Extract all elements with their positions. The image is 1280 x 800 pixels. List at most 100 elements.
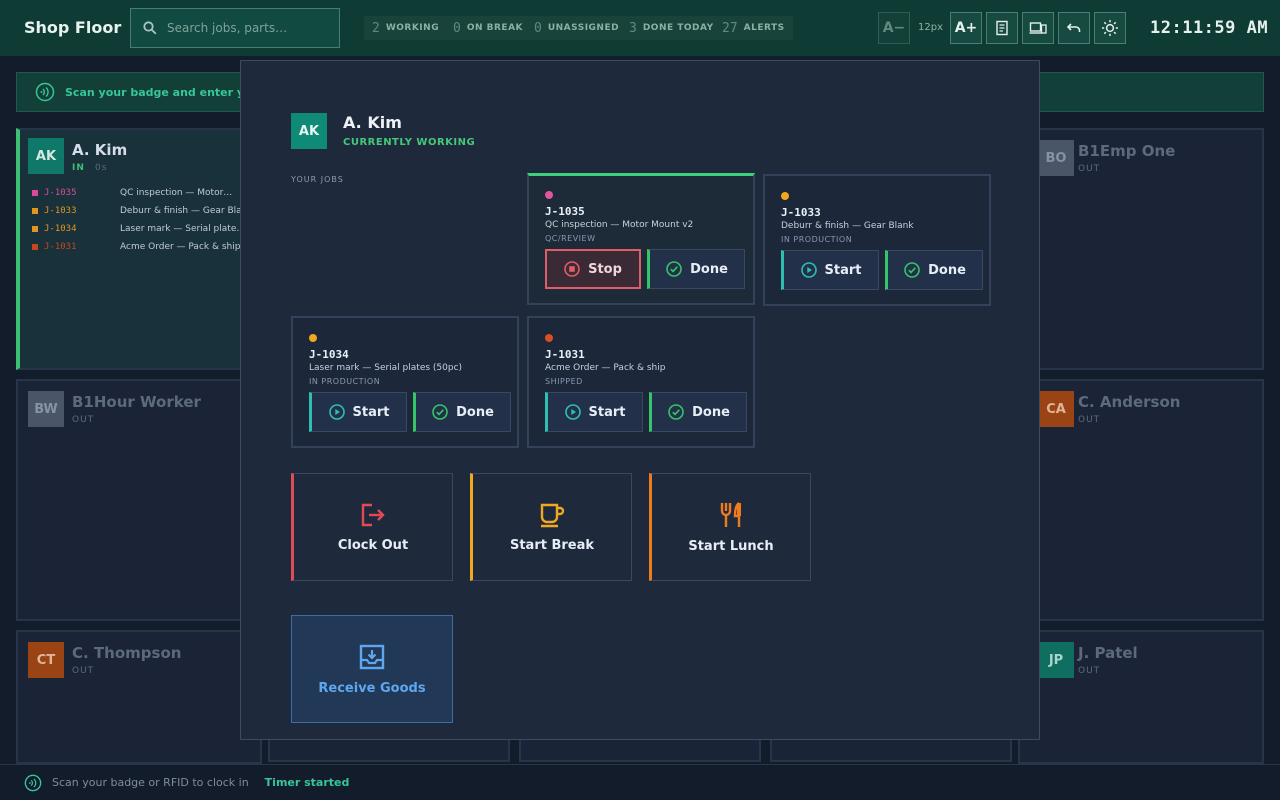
employee-status: CURRENTLY WORKING — [343, 137, 476, 148]
devices-button[interactable] — [1022, 12, 1054, 44]
employee-card-j-patel[interactable]: JP J. Patel OUT — [1018, 630, 1264, 764]
stat-done-today[interactable]: 3 DONE TODAY — [621, 16, 722, 40]
font-size-readout: 12px — [918, 22, 943, 33]
employee-name: A. Kim — [72, 141, 128, 159]
stat-unassigned[interactable]: 0 UNASSIGNED — [526, 16, 628, 40]
avatar: JP — [1038, 642, 1074, 678]
employee-status: OUT — [1078, 415, 1101, 425]
font-increase-button[interactable]: A+ — [950, 12, 982, 44]
job-status-dot — [781, 192, 789, 200]
card-edge — [770, 740, 1012, 762]
stat-on-break[interactable]: 0 ON BREAK — [445, 16, 532, 40]
job-status: SHIPPED — [545, 377, 583, 386]
check-circle-icon — [432, 404, 448, 420]
employee-status: OUT — [1078, 164, 1101, 174]
employee-name: B1Hour Worker — [72, 393, 201, 411]
job-status-dot — [545, 191, 553, 199]
employee-status: IN 0s — [72, 163, 108, 173]
check-circle-icon — [904, 262, 920, 278]
job-id: J-1034 — [309, 348, 349, 361]
avatar: CT — [28, 642, 64, 678]
stat-alerts[interactable]: 27 ALERTS — [714, 16, 793, 40]
employee-name: A. Kim — [343, 113, 402, 132]
section-label: YOUR JOBS — [291, 175, 344, 184]
check-circle-icon — [668, 404, 684, 420]
rfid-icon — [24, 774, 42, 791]
list-item: J-1031 Acme Order — Pack & ship — [32, 242, 240, 252]
start-lunch-button[interactable]: Start Lunch — [649, 473, 811, 581]
start-button[interactable]: Start — [309, 392, 407, 432]
job-title: Laser mark — Serial plates (50pc) — [309, 363, 463, 373]
elapsed-time: 0s — [95, 163, 108, 173]
play-circle-icon — [328, 404, 345, 420]
avatar: BO — [1038, 140, 1074, 176]
theme-toggle-button[interactable] — [1094, 12, 1126, 44]
job-card-j-1034: J-1034 Laser mark — Serial plates (50pc)… — [291, 316, 519, 448]
job-title: QC inspection — Motor Mount v2 — [545, 220, 694, 230]
search-box[interactable] — [130, 8, 340, 48]
check-circle-icon — [666, 261, 682, 277]
employee-status: OUT — [1078, 666, 1101, 676]
job-color-marker — [32, 190, 38, 196]
scan-hint: Scan your badge or RFID to clock in — [52, 776, 249, 789]
employee-status: OUT — [72, 666, 95, 676]
app-title: Shop Floor — [24, 18, 122, 37]
start-button[interactable]: Start — [781, 250, 879, 290]
coffee-icon — [540, 503, 565, 527]
receipt-icon — [996, 20, 1008, 36]
card-edge — [519, 740, 761, 762]
employee-card-c-anderson[interactable]: CA C. Anderson OUT — [1018, 379, 1264, 621]
stop-button[interactable]: Stop — [545, 249, 641, 289]
employee-name: B1Emp One — [1078, 142, 1176, 160]
list-item: J-1033 Deburr & finish — Gear Bla… — [32, 206, 251, 216]
job-status: QC/REVIEW — [545, 234, 596, 243]
search-input[interactable] — [167, 21, 327, 35]
done-button[interactable]: Done — [885, 250, 983, 290]
utensils-icon — [720, 501, 741, 527]
clock: 12:11:59 AM — [1150, 18, 1269, 38]
clock-out-button[interactable]: Clock Out — [291, 473, 453, 581]
sun-icon — [1102, 20, 1118, 36]
job-color-marker — [32, 226, 38, 232]
employee-card-c-thompson[interactable]: CT C. Thompson OUT — [16, 630, 262, 764]
avatar: AK — [291, 113, 327, 149]
stop-icon — [564, 261, 580, 277]
done-button[interactable]: Done — [413, 392, 511, 432]
status-bar: Scan your badge or RFID to clock in Time… — [0, 764, 1280, 800]
avatar: CA — [1038, 391, 1074, 427]
undo-button[interactable] — [1058, 12, 1090, 44]
list-item: J-1034 Laser mark — Serial plate… — [32, 224, 245, 234]
undo-icon — [1066, 23, 1081, 32]
job-card-j-1035: J-1035 QC inspection — Motor Mount v2 QC… — [527, 173, 755, 305]
receive-goods-button[interactable]: Receive Goods — [291, 615, 453, 723]
job-status-dot — [309, 334, 317, 342]
stat-working[interactable]: 2 WORKING — [364, 16, 448, 40]
card-edge — [268, 740, 510, 762]
job-card-j-1031: J-1031 Acme Order — Pack & ship SHIPPED … — [527, 316, 755, 448]
receipt-button[interactable] — [986, 12, 1018, 44]
font-decrease-button[interactable]: A− — [878, 12, 910, 44]
job-status: IN PRODUCTION — [309, 377, 381, 386]
job-color-marker — [32, 208, 38, 214]
job-id: J-1033 — [781, 206, 821, 219]
job-id: J-1035 — [545, 205, 585, 218]
job-status-dot — [545, 334, 553, 342]
done-button[interactable]: Done — [647, 249, 745, 289]
start-break-button[interactable]: Start Break — [470, 473, 632, 581]
employee-card-a-kim[interactable]: AK A. Kim IN 0s J-1035 QC inspection — Mo… — [16, 128, 262, 370]
top-bar: Shop Floor 2WORKING 0ON BREAK 0UNASSIGNE… — [0, 0, 1280, 56]
employee-modal: AK A. Kim CURRENTLY WORKING YOUR JOBS J-… — [240, 60, 1040, 740]
job-title: Deburr & finish — Gear Blank — [781, 221, 914, 231]
employee-status: OUT — [72, 415, 95, 425]
employee-name: J. Patel — [1078, 644, 1138, 662]
avatar: AK — [28, 138, 64, 174]
employee-card-b1hour-worker[interactable]: BW B1Hour Worker OUT — [16, 379, 262, 621]
employee-card-b1emp-one[interactable]: BO B1Emp One OUT — [1018, 128, 1264, 370]
start-button[interactable]: Start — [545, 392, 643, 432]
search-icon — [143, 21, 157, 35]
logout-icon — [361, 503, 385, 526]
job-color-marker — [32, 244, 38, 250]
job-status: IN PRODUCTION — [781, 235, 853, 244]
done-button[interactable]: Done — [649, 392, 747, 432]
play-circle-icon — [800, 262, 817, 278]
